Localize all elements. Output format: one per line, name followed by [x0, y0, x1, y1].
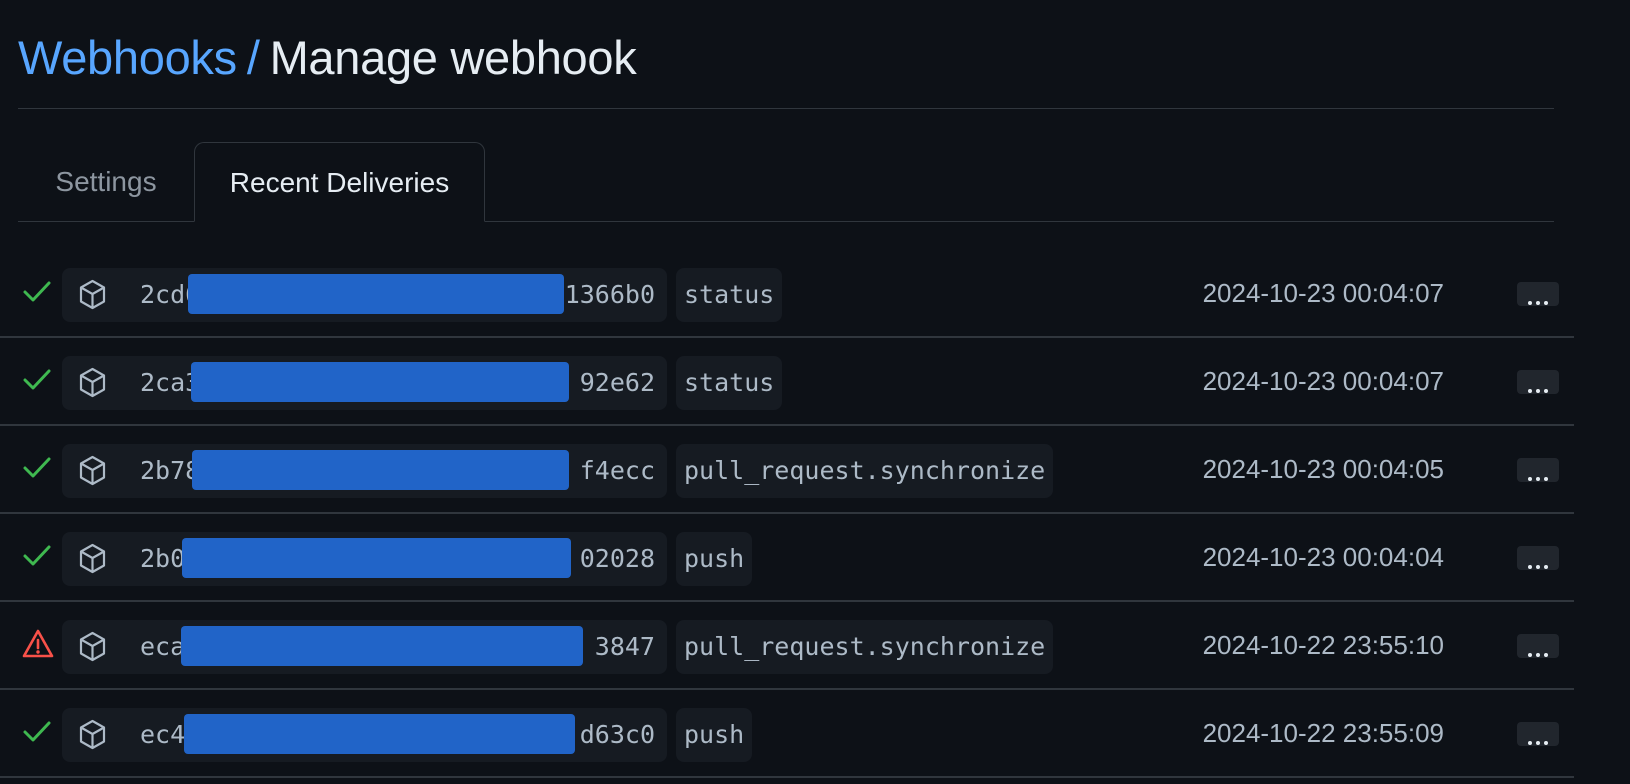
- delivery-timestamp: 2024-10-23 00:04:07: [1202, 366, 1444, 396]
- check-icon: [22, 452, 52, 482]
- event-badge: push: [676, 708, 753, 762]
- guid-text: ec4 d63c0: [140, 708, 655, 762]
- package-icon: [76, 454, 109, 487]
- delivery-row[interactable]: 2cd6 1366b0 status 2024-10-23 00:04:07: [0, 250, 1574, 338]
- check-icon: [22, 364, 52, 394]
- redaction-bar: [192, 450, 569, 490]
- guid-prefix: 2b0: [140, 544, 186, 573]
- delivery-row[interactable]: 2ca3 92e62 status 2024-10-23 00:04:07: [0, 338, 1574, 426]
- delivery-timestamp: 2024-10-22 23:55:09: [1202, 718, 1444, 748]
- redaction-bar: [191, 362, 569, 402]
- delivery-guid[interactable]: 2ca3 92e62: [62, 356, 667, 410]
- guid-suffix: 3847: [594, 632, 655, 661]
- guid-prefix: ec4: [140, 720, 186, 749]
- delivery-timestamp: 2024-10-23 00:04:05: [1202, 454, 1444, 484]
- delivery-timestamp: 2024-10-22 23:55:10: [1202, 630, 1444, 660]
- delivery-list: 2cd6 1366b0 status 2024-10-23 00:04:07 2ca3 9…: [0, 250, 1574, 778]
- delivery-row[interactable]: 2b78 f4ecc pull_request.synchronize 2024-10…: [0, 426, 1574, 514]
- more-options-button[interactable]: [1517, 634, 1559, 658]
- package-icon: [76, 718, 109, 751]
- more-options-button[interactable]: [1517, 722, 1559, 746]
- redaction-bar: [188, 274, 564, 314]
- guid-suffix: 92e62: [579, 368, 655, 397]
- page-title: Webhooks / Manage webhook: [18, 28, 637, 88]
- header-divider: [18, 108, 1554, 109]
- breadcrumb-webhooks-link[interactable]: Webhooks: [18, 31, 237, 84]
- more-options-button[interactable]: [1517, 458, 1559, 482]
- guid-prefix: eca: [140, 632, 186, 661]
- kebab-horizontal-icon: [1528, 380, 1548, 393]
- more-options-button[interactable]: [1517, 370, 1559, 394]
- redaction-bar: [181, 626, 583, 666]
- delivery-guid[interactable]: 2cd6 1366b0: [62, 268, 667, 322]
- guid-text: 2cd6 1366b0: [140, 268, 655, 322]
- breadcrumb-current: Manage webhook: [269, 31, 637, 84]
- delivery-row[interactable]: 2b0 02028 push 2024-10-23 00:04:04: [0, 514, 1574, 602]
- event-badge: status: [676, 268, 783, 322]
- guid-text: 2b0 02028: [140, 532, 655, 586]
- redaction-bar: [184, 714, 575, 754]
- guid-suffix: 1366b0: [564, 280, 655, 309]
- guid-text: eca 3847: [140, 620, 655, 674]
- guid-suffix: d63c0: [579, 720, 655, 749]
- kebab-horizontal-icon: [1528, 556, 1548, 569]
- kebab-horizontal-icon: [1528, 468, 1548, 481]
- delivery-timestamp: 2024-10-23 00:04:07: [1202, 278, 1444, 308]
- guid-suffix: 02028: [579, 544, 655, 573]
- delivery-guid[interactable]: 2b78 f4ecc: [62, 444, 667, 498]
- package-icon: [76, 542, 109, 575]
- delivery-guid[interactable]: eca 3847: [62, 620, 667, 674]
- tab-recent-deliveries[interactable]: Recent Deliveries: [194, 142, 485, 222]
- package-icon: [76, 630, 109, 663]
- breadcrumb-separator: /: [246, 31, 260, 84]
- kebab-horizontal-icon: [1528, 644, 1548, 657]
- event-badge: push: [676, 532, 753, 586]
- tab-bar: Settings Recent Deliveries: [18, 142, 1554, 222]
- check-icon: [22, 276, 52, 306]
- event-badge: status: [676, 356, 783, 410]
- check-icon: [22, 716, 52, 746]
- guid-suffix: f4ecc: [579, 456, 655, 485]
- delivery-guid[interactable]: 2b0 02028: [62, 532, 667, 586]
- guid-text: 2b78 f4ecc: [140, 444, 655, 498]
- event-badge: pull_request.synchronize: [676, 620, 1054, 674]
- tab-settings[interactable]: Settings: [18, 142, 194, 221]
- redaction-bar: [182, 538, 571, 578]
- kebab-horizontal-icon: [1528, 292, 1548, 305]
- guid-text: 2ca3 92e62: [140, 356, 655, 410]
- delivery-guid[interactable]: ec4 d63c0: [62, 708, 667, 762]
- delivery-timestamp: 2024-10-23 00:04:04: [1202, 542, 1444, 572]
- kebab-horizontal-icon: [1528, 732, 1548, 745]
- row-divider: [0, 776, 1574, 778]
- package-icon: [76, 366, 109, 399]
- package-icon: [76, 278, 109, 311]
- more-options-button[interactable]: [1517, 282, 1559, 306]
- delivery-row[interactable]: eca 3847 pull_request.synchronize 2024-10-2…: [0, 602, 1574, 690]
- check-icon: [22, 540, 52, 570]
- alert-icon: [22, 628, 54, 658]
- more-options-button[interactable]: [1517, 546, 1559, 570]
- event-badge: pull_request.synchronize: [676, 444, 1054, 498]
- delivery-row[interactable]: ec4 d63c0 push 2024-10-22 23:55:09: [0, 690, 1574, 778]
